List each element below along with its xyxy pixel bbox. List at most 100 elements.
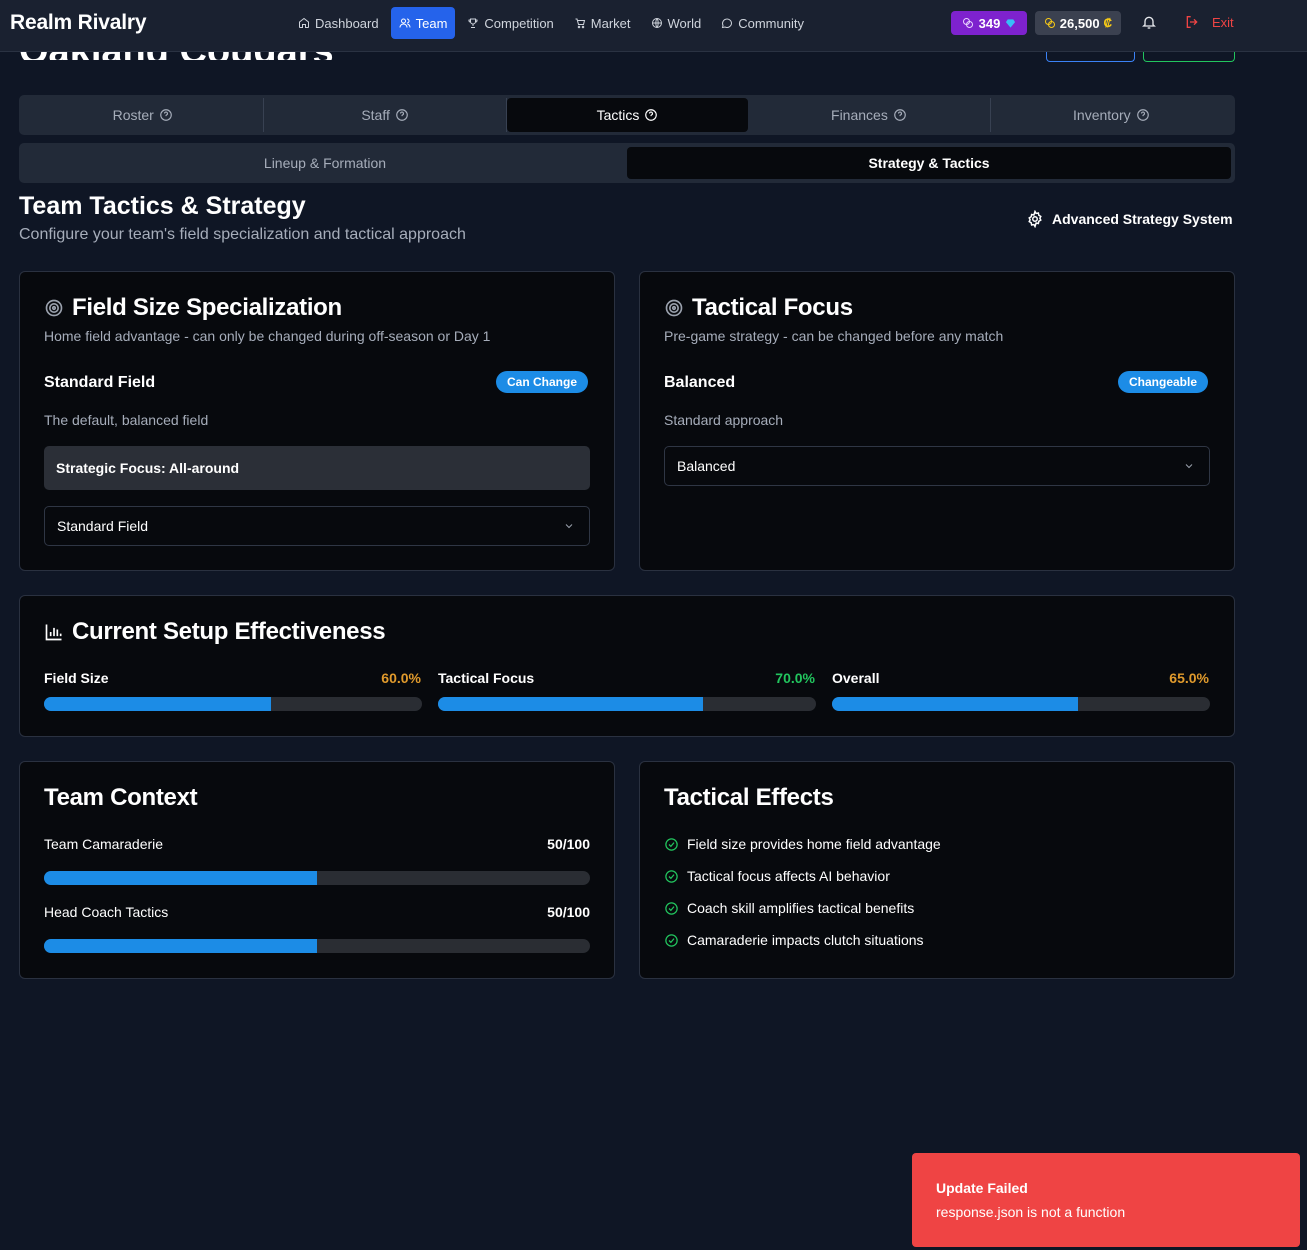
nav-world[interactable]: World bbox=[643, 7, 710, 39]
team-camaraderie-bar bbox=[44, 871, 590, 885]
toast-title: Update Failed bbox=[936, 1180, 1028, 1196]
exit-label: Exit bbox=[1212, 14, 1234, 30]
tactical-effects-card: Tactical Effects Field size provides hom… bbox=[639, 761, 1235, 979]
tab-inventory[interactable]: Inventory bbox=[991, 98, 1232, 132]
home-icon bbox=[299, 17, 309, 28]
metric-field-size-fill bbox=[44, 697, 271, 711]
team-context-card: Team Context Team Camaraderie 50/100 Hea… bbox=[19, 761, 615, 979]
tactical-focus-select[interactable]: Balanced bbox=[664, 446, 1210, 486]
tab-staff[interactable]: Staff bbox=[264, 98, 507, 132]
field-size-title: Field Size Specialization bbox=[44, 294, 342, 322]
tab-lineup-formation[interactable]: Lineup & Formation bbox=[23, 147, 627, 179]
metric-overall-fill bbox=[832, 697, 1078, 711]
nav-market-label: Market bbox=[590, 15, 631, 31]
tab-finances-label: Finances bbox=[831, 107, 888, 123]
help-circle-icon[interactable] bbox=[159, 108, 173, 122]
chat-icon bbox=[722, 18, 733, 29]
strategic-focus-box: Strategic Focus: All-around bbox=[44, 446, 590, 490]
metric-tactical-focus-label: Tactical Focus bbox=[438, 670, 535, 686]
chevron-down-icon bbox=[1185, 464, 1193, 469]
app-brand[interactable]: Realm Rivalry bbox=[10, 11, 147, 35]
effect-item: Coach skill amplifies tactical benefits bbox=[664, 900, 914, 916]
credits-value: 26,500 bbox=[1059, 15, 1100, 31]
field-size-card: Field Size Specialization Home field adv… bbox=[19, 271, 615, 571]
globe-icon bbox=[651, 18, 662, 28]
gems-value: 349 bbox=[978, 15, 1001, 31]
changeable-badge: Changeable bbox=[1118, 371, 1209, 393]
field-size-select-value: Standard Field bbox=[57, 518, 149, 534]
team-main-tabs: Roster Staff Tactics Finances Inventory bbox=[19, 95, 1235, 135]
nav-world-label: World bbox=[667, 15, 702, 31]
metric-overall-value: 65.0% bbox=[1169, 670, 1209, 686]
bar-chart-icon bbox=[45, 624, 62, 641]
tab-staff-label: Staff bbox=[361, 107, 390, 123]
toast-message: response.json is not a function bbox=[936, 1204, 1126, 1220]
team-camaraderie-label: Team Camaraderie bbox=[44, 836, 164, 852]
main-nav: Dashboard Team Competition Market World … bbox=[290, 7, 812, 39]
effect-item: Field size provides home field advantage bbox=[664, 836, 941, 852]
check-circle-icon bbox=[665, 901, 678, 915]
tactical-focus-current: Balanced bbox=[664, 374, 736, 391]
tactical-focus-title: Tactical Focus bbox=[664, 294, 853, 322]
bell-icon[interactable] bbox=[1141, 14, 1157, 30]
exit-button[interactable]: Exit bbox=[1184, 14, 1234, 30]
nav-community[interactable]: Community bbox=[713, 7, 812, 39]
team-camaraderie-fill bbox=[44, 871, 317, 885]
help-circle-icon[interactable] bbox=[644, 108, 658, 122]
effect-item-text: Coach skill amplifies tactical benefits bbox=[687, 900, 915, 916]
field-size-current: Standard Field bbox=[44, 374, 156, 391]
gear-icon bbox=[1028, 210, 1042, 228]
cart-icon bbox=[575, 18, 585, 29]
nav-market[interactable]: Market bbox=[566, 7, 639, 39]
tab-roster[interactable]: Roster bbox=[22, 98, 265, 132]
tactical-focus-select-value: Balanced bbox=[677, 458, 736, 474]
nav-competition[interactable]: Competition bbox=[459, 7, 561, 39]
nav-dashboard[interactable]: Dashboard bbox=[290, 7, 387, 39]
metric-tactical-focus-fill bbox=[438, 697, 703, 711]
target-icon bbox=[45, 299, 63, 317]
effect-item-text: Field size provides home field advantage bbox=[687, 836, 941, 852]
tab-finances[interactable]: Finances bbox=[748, 98, 991, 132]
head-coach-tactics-value: 50/100 bbox=[547, 904, 590, 920]
logout-icon bbox=[1186, 16, 1198, 28]
can-change-badge: Can Change bbox=[496, 371, 589, 393]
nav-team-label: Team bbox=[415, 15, 448, 31]
help-circle-icon[interactable] bbox=[1136, 108, 1150, 122]
metric-tactical-focus-value: 70.0% bbox=[775, 670, 815, 686]
tactical-focus-card: Tactical Focus Pre-game strategy - can b… bbox=[639, 271, 1235, 571]
head-coach-tactics-bar bbox=[44, 939, 590, 953]
credits-balance[interactable]: 26,500 ₡ bbox=[1035, 11, 1121, 35]
team-context-title: Team Context bbox=[44, 784, 198, 811]
nav-competition-label: Competition bbox=[484, 15, 554, 31]
target-icon bbox=[665, 299, 683, 317]
head-coach-tactics-label: Head Coach Tactics bbox=[44, 904, 169, 920]
advanced-strategy-label: Advanced Strategy System bbox=[1052, 211, 1233, 227]
metric-field-size-bar bbox=[44, 697, 422, 711]
tactical-effects-title: Tactical Effects bbox=[664, 784, 834, 811]
team-camaraderie-value: 50/100 bbox=[547, 836, 590, 852]
effectiveness-card: Current Setup Effectiveness Field Size 6… bbox=[19, 595, 1235, 737]
page-title: Team Tactics & Strategy bbox=[19, 192, 306, 220]
chevron-down-icon bbox=[565, 524, 573, 529]
gems-balance[interactable]: 349 bbox=[951, 11, 1027, 35]
trophy-icon bbox=[468, 18, 478, 28]
nav-team[interactable]: Team bbox=[390, 7, 456, 39]
tactical-focus-desc: Pre-game strategy - can be changed befor… bbox=[664, 328, 1004, 344]
tab-tactics[interactable]: Tactics bbox=[506, 98, 749, 132]
effectiveness-title: Current Setup Effectiveness bbox=[44, 618, 386, 646]
advanced-strategy-button[interactable]: Advanced Strategy System bbox=[1026, 210, 1233, 228]
coins-icon bbox=[962, 18, 973, 28]
error-toast[interactable]: Update Failed response.json is not a fun… bbox=[912, 1153, 1300, 1247]
tab-strategy-tactics[interactable]: Strategy & Tactics bbox=[627, 147, 1231, 179]
metric-field-size-value: 60.0% bbox=[381, 670, 421, 686]
tab-tactics-label: Tactics bbox=[596, 107, 640, 123]
metric-overall-label: Overall bbox=[832, 670, 880, 686]
effect-item: Camaraderie impacts clutch situations bbox=[664, 932, 924, 948]
field-size-select[interactable]: Standard Field bbox=[44, 506, 590, 546]
metric-field-size-label: Field Size bbox=[44, 670, 109, 686]
help-circle-icon[interactable] bbox=[395, 108, 409, 122]
nav-dashboard-label: Dashboard bbox=[315, 15, 379, 31]
help-circle-icon[interactable] bbox=[893, 108, 907, 122]
effect-item-text: Camaraderie impacts clutch situations bbox=[687, 932, 924, 948]
metric-tactical-focus-bar bbox=[438, 697, 816, 711]
